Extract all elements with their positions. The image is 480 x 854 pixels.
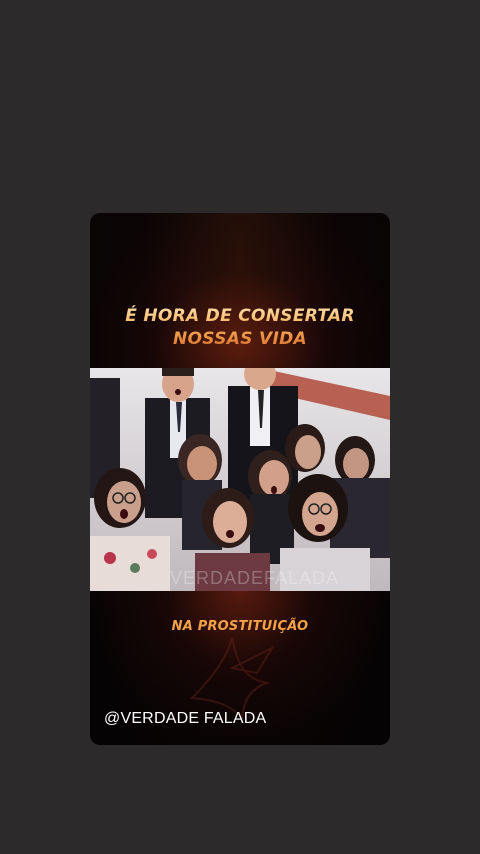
choir-illustration bbox=[90, 368, 390, 591]
choir-photo: VERDADEFALADA bbox=[90, 368, 390, 591]
headline: É HORA DE CONSERTAR NOSSAS VIDA bbox=[90, 305, 390, 351]
headline-line-1: É HORA DE CONSERTAR bbox=[125, 306, 355, 326]
account-handle[interactable]: @VERDADE FALADA bbox=[104, 710, 266, 728]
story-card[interactable]: É HORA DE CONSERTAR NOSSAS VIDA VERDADEF… bbox=[90, 213, 390, 745]
headline-line-2: NOSSAS VIDA bbox=[173, 329, 307, 349]
photo-watermark: VERDADEFALADA bbox=[170, 568, 340, 588]
